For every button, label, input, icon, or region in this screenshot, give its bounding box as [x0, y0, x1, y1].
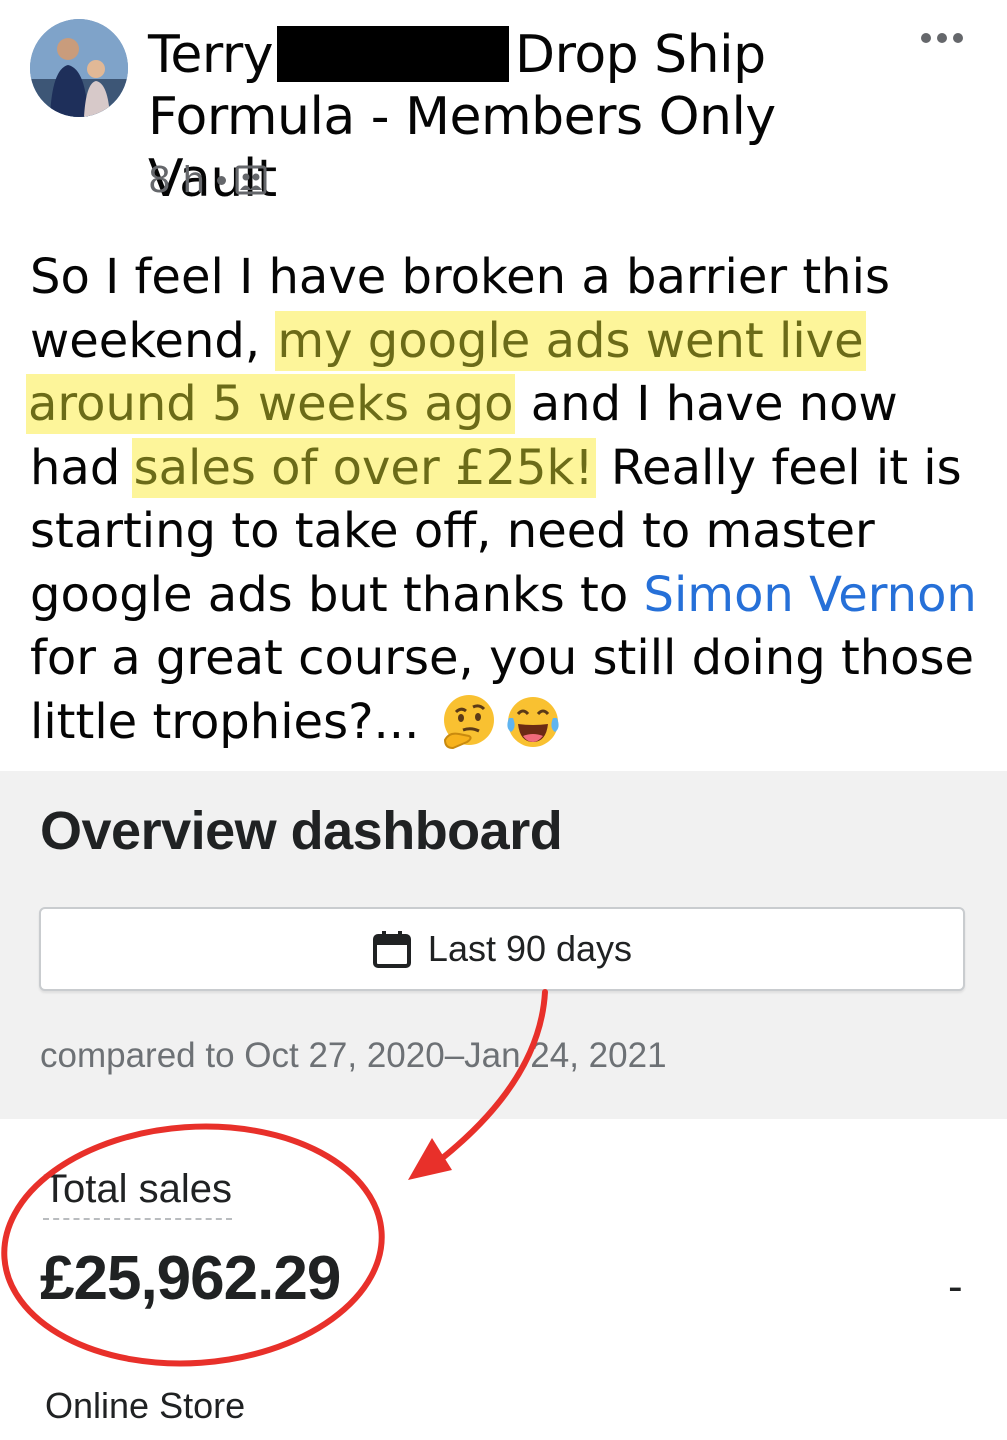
tears-of-joy-emoji — [506, 696, 559, 747]
annotation-arrow-head — [408, 1138, 452, 1180]
date-range-label: Last 90 days — [427, 928, 633, 969]
meta-separator-dot — [217, 175, 227, 185]
highlighted-text: my google ads went live — [275, 310, 866, 371]
author-avatar[interactable] — [30, 19, 128, 117]
redacted-name-block — [277, 26, 510, 82]
total-sales-label[interactable]: Total sales — [43, 1167, 232, 1220]
post-meta: 8 h — [148, 158, 267, 202]
author-name[interactable]: Terry — [148, 25, 274, 85]
group-name-part1[interactable]: Drop Ship — [515, 25, 766, 85]
avatar-photo — [30, 19, 128, 117]
dashboard-title: Overview dashboard — [40, 801, 563, 861]
comparison-range-text: compared to Oct 27, 2020–Jan 24, 2021 — [40, 1036, 667, 1075]
mention-link-simon-vernon[interactable]: Simon Vernon — [644, 567, 977, 623]
post-body-text: So I feel I have broken a barrier this w… — [26, 246, 980, 754]
highlighted-text: sales of over £25k! — [131, 437, 596, 498]
post-timestamp[interactable]: 8 h — [148, 160, 205, 201]
channel-label-online-store: Online Store — [45, 1385, 246, 1426]
thinking-face-emoji — [443, 694, 494, 749]
trend-indicator: - — [948, 1262, 963, 1311]
more-options-icon[interactable] — [918, 26, 966, 50]
date-range-button[interactable]: Last 90 days — [39, 907, 965, 991]
total-sales-value: £25,962.29 — [40, 1244, 341, 1313]
highlighted-text: around 5 weeks ago — [26, 374, 516, 434]
calendar-icon — [372, 931, 411, 968]
group-icon — [235, 165, 267, 195]
